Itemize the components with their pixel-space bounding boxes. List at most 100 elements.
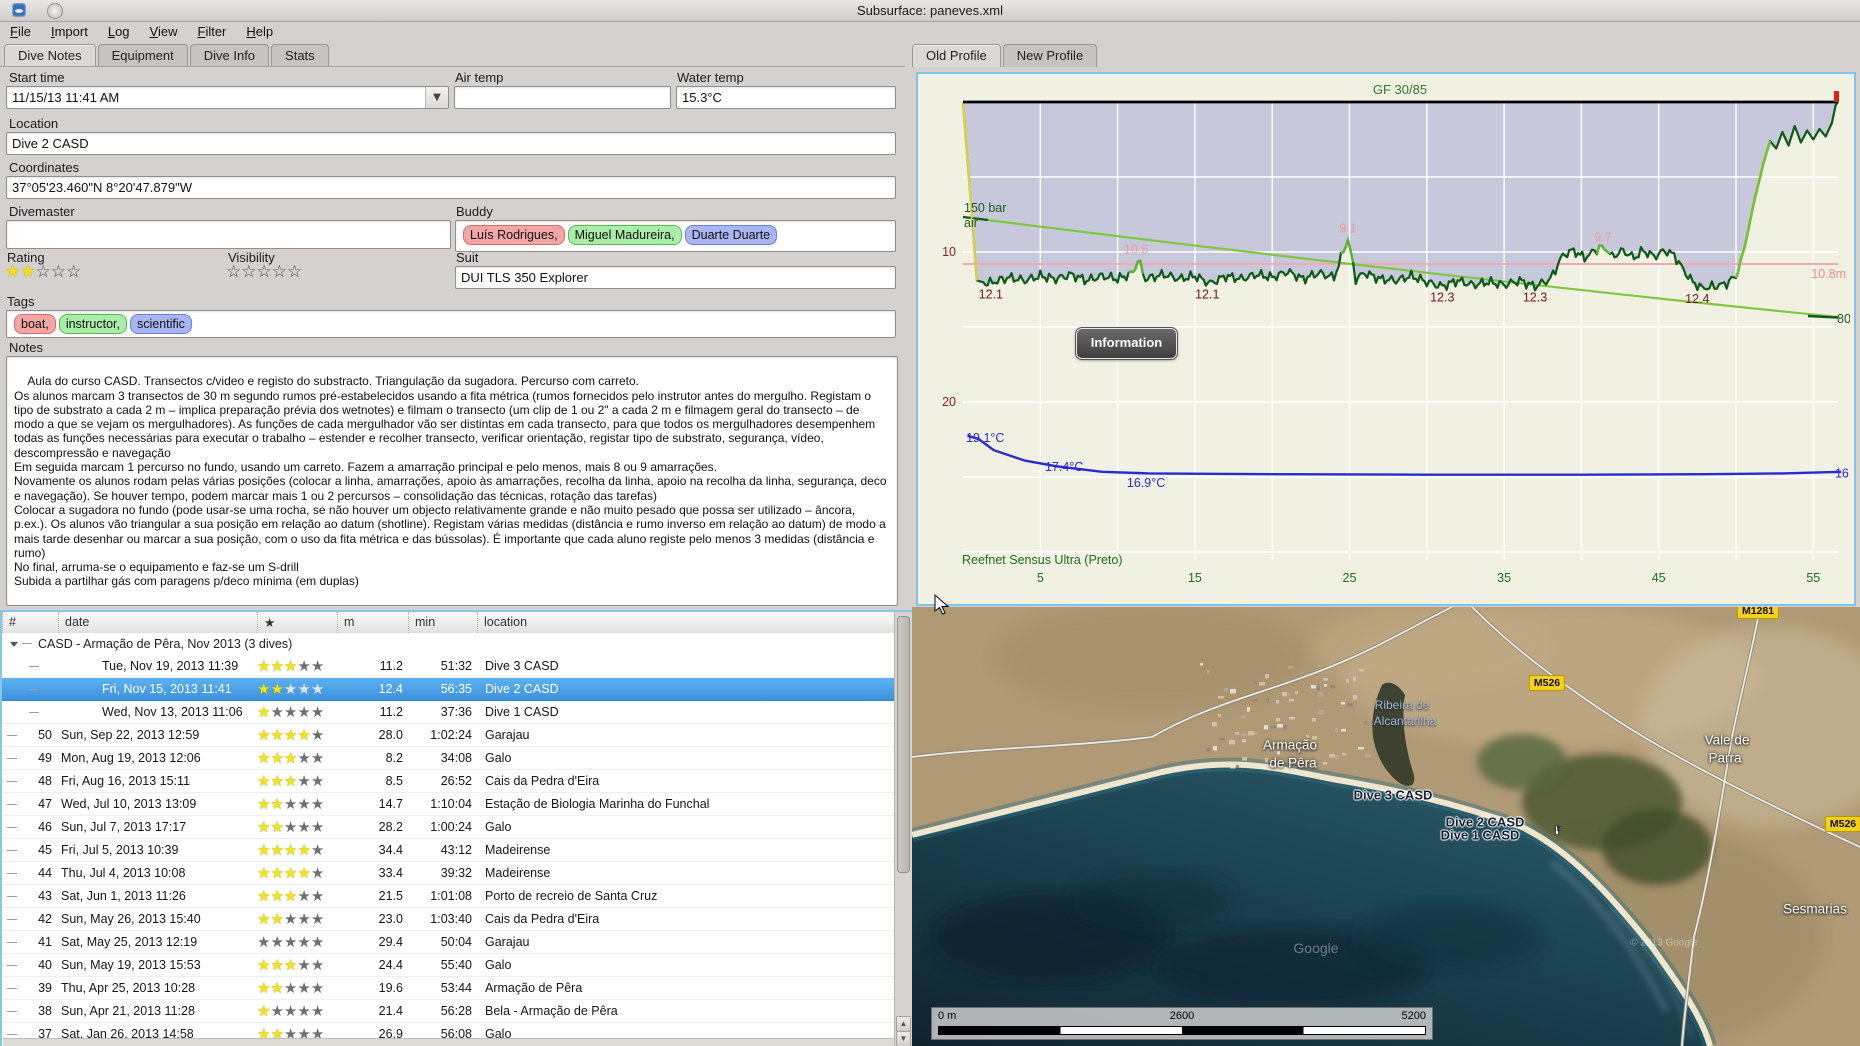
buddy-field[interactable]: Luís Rodrigues, Miguel Madureira, Duarte D… <box>455 220 896 252</box>
tag-chip[interactable]: scientific <box>130 314 192 334</box>
window-title: Subsurface: paneves.xml <box>857 3 1003 18</box>
horizontal-scrollbar[interactable] <box>3 1038 894 1046</box>
map-label: © 2013 Google <box>1630 937 1698 949</box>
suit-label: Suit <box>456 250 479 265</box>
information-button[interactable]: Information <box>1075 327 1178 360</box>
map-label: Dive 1 CASD <box>1440 827 1520 843</box>
table-row[interactable]: 47 Wed, Jul 10, 2013 13:09 ★★★★★ 14.7 1:… <box>2 793 895 816</box>
water-temp-value: 15.3°C <box>682 90 722 105</box>
air-temp-label: Air temp <box>455 70 504 85</box>
table-row[interactable]: 50 Sun, Sep 22, 2013 12:59 ★★★★★ 28.0 1:… <box>2 724 895 747</box>
map-label: Vale de <box>1704 732 1750 748</box>
rating-stars[interactable]: ★★☆☆☆ <box>5 262 81 282</box>
svg-text:12.3: 12.3 <box>1430 291 1454 305</box>
coordinates-label: Coordinates <box>9 160 80 175</box>
map-label: Ribeira de <box>1374 698 1430 712</box>
map-label: M526 <box>1824 816 1860 832</box>
title-bar[interactable]: Subsurface: paneves.xml <box>0 0 1860 22</box>
window-menu-button[interactable] <box>47 3 63 19</box>
table-row[interactable]: 43 Sat, Jun 1, 2013 11:26 ★★★★★ 21.5 1:0… <box>2 885 895 908</box>
table-row[interactable]: 42 Sun, May 26, 2013 15:40 ★★★★★ 23.0 1:… <box>2 908 895 931</box>
menu-item[interactable]: Filter <box>187 22 236 41</box>
tab[interactable]: Dive Info <box>189 44 270 67</box>
tab[interactable]: Equipment <box>97 44 188 67</box>
scale-max: 5200 <box>1401 1010 1426 1022</box>
vertical-scrollbar[interactable]: ▲ ▼ <box>894 612 912 1046</box>
scale-mid: 2600 <box>1169 1010 1195 1022</box>
svg-text:19.1°C: 19.1°C <box>966 431 1004 445</box>
map-scale-bar: 0 m 2600 5200 <box>931 1007 1433 1040</box>
column-header: # <box>2 612 58 633</box>
divemaster-label: Divemaster <box>9 204 75 219</box>
divider <box>0 66 905 67</box>
subsurface-window: Subsurface: paneves.xml File Import Log Vie… <box>0 0 1860 1046</box>
table-row[interactable]: 48 Fri, Aug 16, 2013 15:11 ★★★★★ 8.5 26:… <box>2 770 895 793</box>
tag-chip[interactable]: boat, <box>14 314 56 334</box>
scroll-down-button[interactable]: ▼ <box>896 1031 911 1046</box>
dive-site-map[interactable]: Armação de Pêra Ribeira de Alcantarilha Vale… <box>912 607 1860 1046</box>
table-row[interactable]: 38 Sun, Apr 21, 2013 11:28 ★★★★★ 21.4 56… <box>2 1000 895 1023</box>
svg-text:10: 10 <box>942 245 956 259</box>
profile-tab-bar: Old Profile New Profile <box>912 44 1099 67</box>
scroll-up-button[interactable]: ▲ <box>896 1016 911 1032</box>
map-label: Sesmarias <box>1783 901 1847 917</box>
table-row[interactable]: 46 Sun, Jul 7, 2013 17:17 ★★★★★ 28.2 1:0… <box>2 816 895 839</box>
chevron-down-icon[interactable]: ▼ <box>425 87 448 108</box>
table-row[interactable]: Wed, Nov 13, 2013 11:06 ★★★★★ 11.2 37:36… <box>2 701 895 724</box>
tab[interactable]: Dive Notes <box>4 44 96 67</box>
table-row[interactable]: 41 Sat, May 25, 2013 12:19 ★★★★★ 29.4 50… <box>2 931 895 954</box>
divemaster-field[interactable] <box>6 220 451 249</box>
tag-chip[interactable]: instructor, <box>58 314 127 334</box>
location-field[interactable]: Dive 2 CASD <box>6 132 896 155</box>
scrollbar-thumb[interactable] <box>897 616 910 873</box>
trip-group-label: CASD - Armação de Pêra, Nov 2013 (3 dive… <box>38 637 293 651</box>
location-value: Dive 2 CASD <box>12 136 89 151</box>
dive-list-body: CASD - Armação de Pêra, Nov 2013 (3 dive… <box>2 633 895 1046</box>
dive-profile-chart[interactable]: GF 30/85 10 20 150 bar air 80 5 15 25 35 45 55 Reefn… <box>916 72 1856 606</box>
buddy-chip[interactable]: Luís Rodrigues, <box>463 225 565 245</box>
tags-field[interactable]: boat, instructor, scientific <box>6 310 896 338</box>
svg-text:35: 35 <box>1497 571 1511 585</box>
svg-text:12.1: 12.1 <box>1195 288 1219 302</box>
table-row[interactable]: 39 Thu, Apr 25, 2013 10:28 ★★★★★ 19.6 53… <box>2 977 895 1000</box>
table-row[interactable]: 40 Sun, May 19, 2013 15:53 ★★★★★ 24.4 55… <box>2 954 895 977</box>
table-row[interactable]: Fri, Nov 15, 2013 11:41 ★★★★★ 12.4 56:35… <box>2 678 895 701</box>
suit-field[interactable]: DUI TLS 350 Explorer <box>455 266 896 289</box>
start-time-combo[interactable]: 11/15/13 11:41 AM ▼ <box>6 86 449 109</box>
map-label: de Pêra <box>1269 755 1317 771</box>
tab[interactable]: New Profile <box>1002 44 1098 67</box>
svg-text:9.1: 9.1 <box>1339 222 1356 236</box>
dive-list-header[interactable]: # date ★ m min location <box>2 612 895 634</box>
table-row[interactable]: Tue, Nov 19, 2013 11:39 ★★★★★ 11.2 51:32… <box>2 655 895 678</box>
svg-text:45: 45 <box>1652 571 1666 585</box>
svg-text:5: 5 <box>1037 571 1044 585</box>
tab[interactable]: Stats <box>271 44 329 67</box>
visibility-stars[interactable]: ☆☆☆☆☆ <box>226 262 302 282</box>
tab[interactable]: Old Profile <box>912 44 1001 67</box>
menu-item[interactable]: View <box>140 22 188 41</box>
notes-field[interactable]: Aula do curso CASD. Transectos c/video e… <box>6 356 898 606</box>
trip-group-row[interactable]: CASD - Armação de Pêra, Nov 2013 (3 dive… <box>2 633 895 655</box>
buddy-chip[interactable]: Miguel Madureira, <box>567 225 682 245</box>
buddy-chip[interactable]: Duarte Duarte <box>684 225 778 245</box>
svg-text:150 bar: 150 bar <box>964 201 1006 215</box>
map-label: Dive 2 CASD <box>1445 814 1525 830</box>
table-row[interactable]: 45 Fri, Jul 5, 2013 10:39 ★★★★★ 34.4 43:… <box>2 839 895 862</box>
table-row[interactable]: 49 Mon, Aug 19, 2013 12:06 ★★★★★ 8.2 34:… <box>2 747 895 770</box>
menu-item[interactable]: Help <box>236 22 283 41</box>
dive-site-marker[interactable] <box>1553 826 1562 834</box>
table-row[interactable]: 44 Thu, Jul 4, 2013 10:08 ★★★★★ 33.4 39:… <box>2 862 895 885</box>
notes-value: Aula do curso CASD. Transectos c/video e… <box>14 374 887 589</box>
map-label: M526 <box>1528 675 1566 691</box>
air-temp-field[interactable] <box>454 86 671 109</box>
svg-text:GF 30/85: GF 30/85 <box>1373 82 1427 97</box>
left-tab-bar: Dive Notes Equipment Dive Info Stats <box>4 44 331 67</box>
collapse-arrow-icon[interactable] <box>10 642 18 647</box>
svg-text:80: 80 <box>1837 312 1850 326</box>
water-temp-field[interactable]: 15.3°C <box>676 86 896 109</box>
coordinates-field[interactable]: 37°05'23.460"N 8°20'47.879"W <box>6 176 896 199</box>
menu-item[interactable]: Import <box>41 22 98 41</box>
menu-item[interactable]: File <box>0 22 41 41</box>
menu-item[interactable]: Log <box>98 22 140 41</box>
buddy-label: Buddy <box>456 204 493 219</box>
